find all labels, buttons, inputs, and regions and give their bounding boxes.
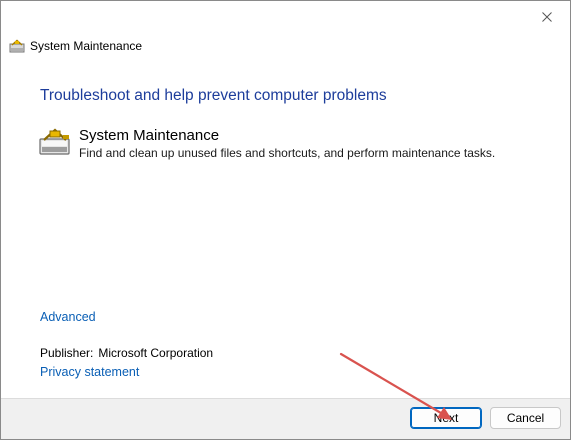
close-button[interactable] [524,1,570,33]
cancel-button[interactable]: Cancel [490,407,561,429]
privacy-statement-link[interactable]: Privacy statement [40,365,139,379]
maintenance-icon [9,39,25,53]
page-heading: Troubleshoot and help prevent computer p… [40,87,387,104]
dialog-footer: Next Cancel [1,398,570,439]
troubleshooter-window: System Maintenance Troubleshoot and help… [0,0,571,440]
maintenance-icon [39,128,70,155]
advanced-link[interactable]: Advanced [40,310,96,324]
window-top-strip [1,1,570,3]
publisher-label: Publisher: [40,346,94,360]
publisher-value: Microsoft Corporation [98,346,214,360]
window-title-bar: System Maintenance [9,38,142,54]
troubleshooter-item: System Maintenance Find and clean up unu… [39,127,495,160]
troubleshooter-title: System Maintenance [79,127,220,144]
window-title: System Maintenance [30,39,143,53]
next-button[interactable]: Next [410,407,482,429]
troubleshooter-description: Find and clean up unused files and short… [79,146,496,160]
close-icon [542,12,552,22]
publisher-line: Publisher: Microsoft Corporation [40,346,213,360]
